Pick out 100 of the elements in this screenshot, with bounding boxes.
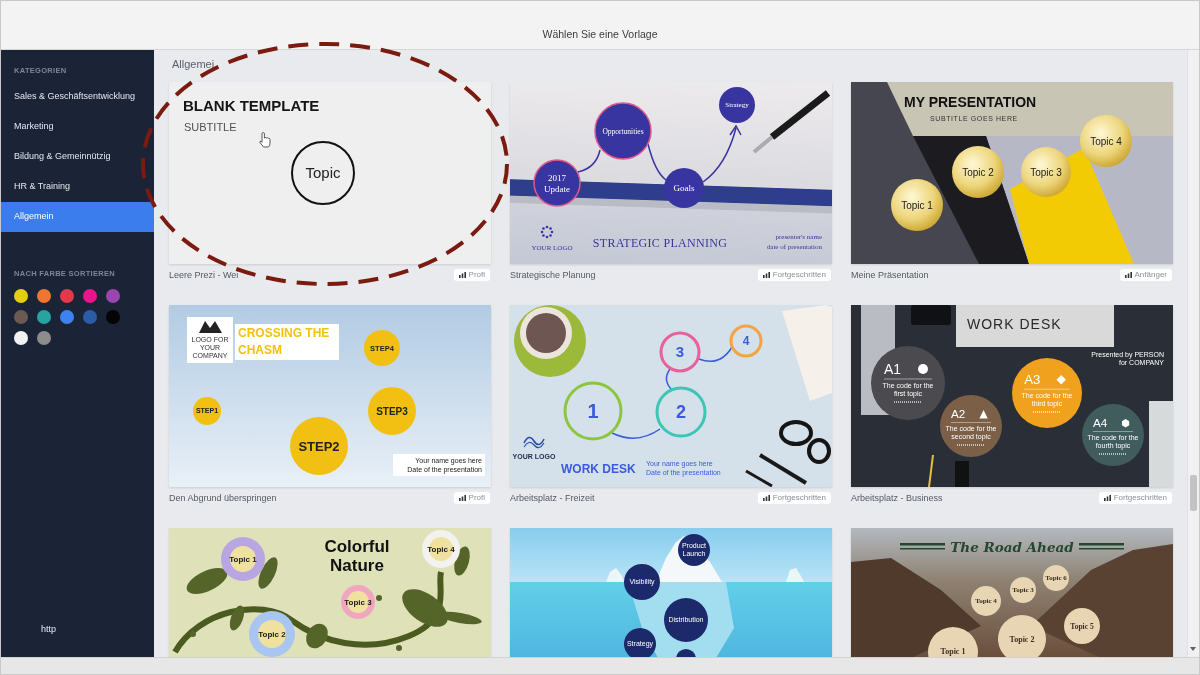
arrow-line xyxy=(702,124,742,183)
category-item[interactable]: HR & Training xyxy=(1,172,154,202)
template-name: Meine Präsentation xyxy=(851,269,929,281)
number-ring: 3 xyxy=(659,331,701,373)
topic-bubble: 2017 Update xyxy=(533,159,581,207)
slide-title: STRATEGIC PLANNING xyxy=(592,236,728,250)
hand-cursor-icon xyxy=(259,132,271,148)
slide-title: The Road Ahead xyxy=(950,539,1074,555)
topic-bubble: Topic 2 xyxy=(249,611,295,657)
topic-bubble: Topic 4 xyxy=(422,530,460,568)
slide-subtitle: SUBTITLE xyxy=(184,121,237,133)
dot-icon xyxy=(396,645,402,651)
leaf-icon xyxy=(186,568,228,594)
logo-icon xyxy=(540,225,554,239)
swatch-icon[interactable] xyxy=(106,289,120,303)
difficulty-label: Profi xyxy=(468,270,485,280)
coffee-cup-drawing xyxy=(514,305,586,377)
topic-label: A1 xyxy=(884,361,902,377)
category-item[interactable]: Sales & Geschäftsentwicklung xyxy=(1,82,154,112)
topic-bubble: Topic xyxy=(291,141,355,205)
category-item[interactable]: Marketing xyxy=(1,112,154,142)
slide-title: BLANK TEMPLATE xyxy=(183,97,320,114)
phone-drawing xyxy=(911,305,951,325)
connector-line xyxy=(577,149,601,173)
connector-line xyxy=(611,428,661,439)
swatch-icon[interactable] xyxy=(106,310,120,324)
difficulty-label: Fortgeschritten xyxy=(1113,493,1167,503)
topic-label: A2 xyxy=(950,407,966,421)
watch-drawing xyxy=(955,461,969,487)
connector-line xyxy=(698,346,733,362)
topic-label: A4 xyxy=(1092,416,1108,430)
triangle-icon xyxy=(979,410,988,419)
leaf-icon xyxy=(258,557,278,589)
topic-bubble xyxy=(1012,358,1082,428)
swatch-icon[interactable] xyxy=(14,310,28,324)
dot-icon xyxy=(376,595,382,601)
topic-bubble: Topic 1 xyxy=(221,537,265,581)
signal-bars-icon xyxy=(458,495,466,501)
leaf-icon xyxy=(454,546,470,576)
swatch-icon[interactable] xyxy=(37,310,51,324)
number-ring: 4 xyxy=(729,324,763,358)
signal-bars-icon xyxy=(1103,495,1111,501)
slide-title: WORK DESK xyxy=(967,316,1062,332)
logo-panel xyxy=(187,317,233,363)
title-ornament xyxy=(900,543,945,550)
swatch-icon[interactable] xyxy=(83,310,97,324)
hexagon-icon xyxy=(1121,419,1130,428)
slide-title: CROSSING THE CHASM xyxy=(235,324,339,360)
topic-bubble xyxy=(676,649,696,657)
category-item[interactable]: Bildung & Gemeinnützig xyxy=(1,142,154,172)
template-name: Den Abgrund überspringen xyxy=(169,492,277,504)
number-ring: 1 xyxy=(563,381,623,441)
scrollbar[interactable] xyxy=(1187,50,1199,657)
difficulty-label: Fortgeschritten xyxy=(772,270,826,280)
scrollbar-thumb[interactable] xyxy=(1190,475,1197,511)
topic-bubble xyxy=(1082,404,1144,466)
scroll-down-icon[interactable] xyxy=(1190,647,1196,651)
topic-bubble: Topic 2 xyxy=(952,146,1004,198)
swatch-icon[interactable] xyxy=(83,289,97,303)
swatch-icon[interactable] xyxy=(60,289,74,303)
wave-logo-icon xyxy=(523,436,545,449)
window-title: Wählen Sie eine Vorlage xyxy=(542,27,658,41)
difficulty-label: Anfänger xyxy=(1134,270,1167,280)
topic-bubble: STEP2 xyxy=(290,417,348,475)
signal-bars-icon xyxy=(1124,272,1132,278)
connector-line xyxy=(647,143,667,181)
topic-label: A3 xyxy=(1024,372,1041,388)
template-name: Strategische Planung xyxy=(510,269,596,281)
swatch-icon[interactable] xyxy=(37,289,51,303)
swatch-icon[interactable] xyxy=(14,289,28,303)
topic-bubble: Topic 3 xyxy=(341,585,375,619)
url-text: http xyxy=(41,624,56,635)
mountain-logo-icon xyxy=(199,321,222,333)
topic-bubble: Goals xyxy=(664,168,704,208)
category-item[interactable]: Allgemein xyxy=(1,202,154,232)
diamond-icon xyxy=(1056,375,1066,385)
topic-bubble: Topic 3 xyxy=(1021,147,1071,197)
template-name: Arbeitsplatz - Freizeit xyxy=(510,492,595,504)
template-name: Leere Prezi - Wei xyxy=(169,269,239,281)
slide-title: WORK DESK xyxy=(561,462,636,476)
dot-icon xyxy=(190,631,196,637)
swatch-icon[interactable] xyxy=(14,331,28,345)
difficulty-label: Profi xyxy=(468,493,485,503)
difficulty-label: Fortgeschritten xyxy=(772,493,826,503)
swatch-icon[interactable] xyxy=(60,310,74,324)
topic-bubble: Topic 4 xyxy=(1080,115,1132,167)
topic-bubble: Topic 1 xyxy=(891,179,943,231)
swatch-icon[interactable] xyxy=(37,331,51,345)
slide-title: Colorful Nature xyxy=(324,537,390,575)
slide-title: MY PRESENTATION xyxy=(904,94,1037,110)
topic-bubble: Topic 1 xyxy=(928,627,978,657)
circle-icon xyxy=(918,364,928,374)
leaf-icon xyxy=(306,623,328,649)
connector-line xyxy=(665,368,673,391)
topic-bubble: Topic 2 xyxy=(998,615,1046,657)
signal-bars-icon xyxy=(458,272,466,278)
topic-bubble xyxy=(940,395,1002,457)
signal-bars-icon xyxy=(762,495,770,501)
title-ornament xyxy=(1079,543,1124,550)
glasses-drawing xyxy=(779,420,831,464)
